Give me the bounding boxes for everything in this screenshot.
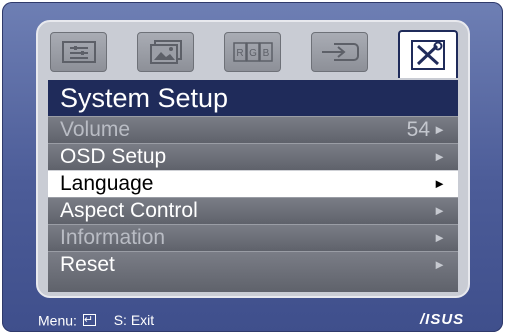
input-select-icon [321, 43, 359, 61]
chevron-right-icon: ► [433, 203, 446, 218]
tab-picture[interactable] [137, 32, 194, 72]
asus-logo: /ISUS [420, 311, 465, 328]
exit-key-label: S: Exit [113, 312, 155, 329]
menu-item-osd-setup[interactable]: OSD Setup ► [48, 143, 458, 170]
chevron-right-icon: ► [433, 230, 446, 245]
page-title: System Setup [48, 80, 458, 116]
system-setup-panel: System Setup Volume 54 ► OSD Setup ► Lan… [48, 80, 458, 292]
picture-icon [149, 40, 182, 64]
osd-menu: R G B System Setup Volume 54 ► OSD Setup… [36, 20, 470, 298]
svg-text:G: G [249, 48, 257, 59]
menu-item-reset[interactable]: Reset ► [48, 251, 458, 292]
tab-color[interactable]: R G B [224, 32, 281, 72]
menu-item-label: Aspect Control [60, 199, 198, 222]
osd-tabs: R G B [50, 30, 460, 84]
chevron-right-icon: ► [433, 122, 446, 137]
svg-text:R: R [236, 48, 243, 59]
tab-system-setup[interactable] [398, 30, 458, 78]
splendid-settings-icon [61, 41, 96, 63]
menu-item-language[interactable]: Language ► [48, 170, 458, 197]
tools-icon [411, 40, 445, 70]
menu-item-label: OSD Setup [60, 145, 167, 168]
tab-splendid[interactable] [50, 32, 107, 72]
chevron-right-icon: ► [433, 257, 446, 272]
svg-text:B: B [262, 48, 269, 59]
enter-key-icon [82, 311, 96, 329]
rgb-color-icon: R G B [232, 42, 273, 62]
menu-item-volume[interactable]: Volume 54 ► [48, 116, 458, 143]
volume-value: 54 [406, 118, 430, 141]
osd-footer: Menu: S: Exit [38, 310, 155, 329]
menu-item-aspect-control[interactable]: Aspect Control ► [48, 197, 458, 224]
tab-input-select[interactable] [311, 32, 368, 72]
menu-item-label: Volume [60, 118, 131, 141]
menu-item-label: Information [60, 226, 166, 249]
menu-item-information[interactable]: Information ► [48, 224, 458, 251]
menu-item-label: Language [60, 172, 154, 195]
menu-key-label: Menu: [38, 312, 77, 329]
menu-item-label: Reset [60, 253, 115, 276]
chevron-right-icon: ► [433, 149, 446, 164]
chevron-right-icon: ► [433, 176, 446, 191]
